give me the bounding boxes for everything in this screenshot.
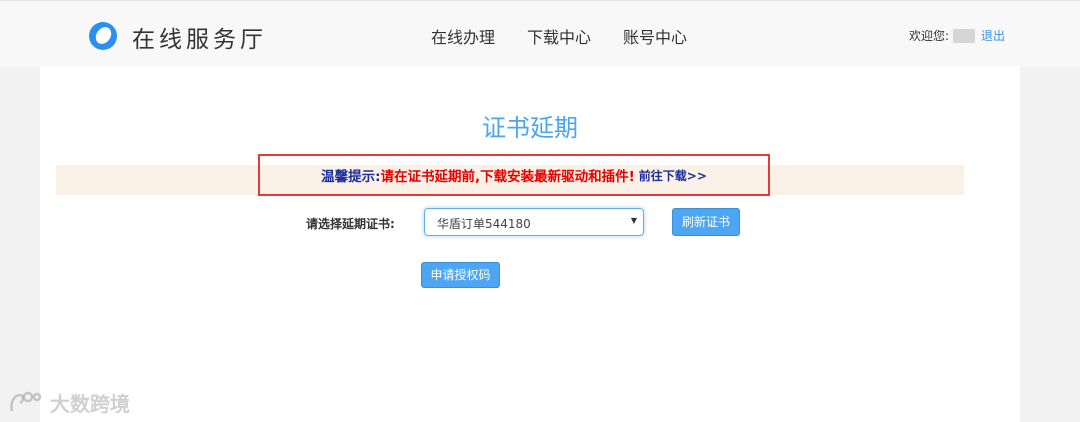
nav-item-account[interactable]: 账号中心 (623, 24, 687, 48)
logo-icon (89, 22, 117, 50)
notice-box: 温馨提示: 请在证书延期前,下载安装最新驱动和插件! 前往下载>> (258, 154, 770, 196)
main-nav: 在线办理 下载中心 账号中心 (431, 24, 687, 48)
watermark-text: 大数跨境 (50, 392, 130, 416)
certificate-select-value: 华盾订单544180 (437, 217, 531, 231)
download-link[interactable]: 前往下载>> (639, 167, 707, 184)
watermark-logo-icon (10, 391, 42, 411)
content-panel: 证书延期 温馨提示: 请在证书延期前,下载安装最新驱动和插件! 前往下载>> 请… (40, 66, 1020, 422)
user-bar: 欢迎您: 退出 (909, 27, 1005, 44)
top-header: 在线服务厅 在线办理 下载中心 账号中心 欢迎您: 退出 (0, 0, 1080, 67)
notice-label: 温馨提示: (321, 169, 381, 185)
username-redacted (952, 28, 975, 43)
nav-item-download[interactable]: 下载中心 (527, 24, 591, 48)
site-title: 在线服务厅 (132, 27, 267, 53)
refresh-certificate-button[interactable]: 刷新证书 (672, 208, 740, 236)
caret-down-icon: ▼ (630, 216, 637, 225)
logout-link[interactable]: 退出 (981, 27, 1005, 44)
certificate-select[interactable]: 华盾订单544180 ▼ (424, 208, 644, 236)
notice-text: 请在证书延期前,下载安装最新驱动和插件! (380, 169, 635, 185)
watermark: 大数跨境 (8, 388, 130, 417)
select-label: 请选择延期证书: (306, 217, 395, 231)
page-title: 证书延期 (482, 114, 578, 142)
welcome-text: 欢迎您: (908, 29, 949, 43)
apply-auth-code-button[interactable]: 申请授权码 (421, 262, 500, 288)
nav-item-online[interactable]: 在线办理 (431, 24, 495, 48)
